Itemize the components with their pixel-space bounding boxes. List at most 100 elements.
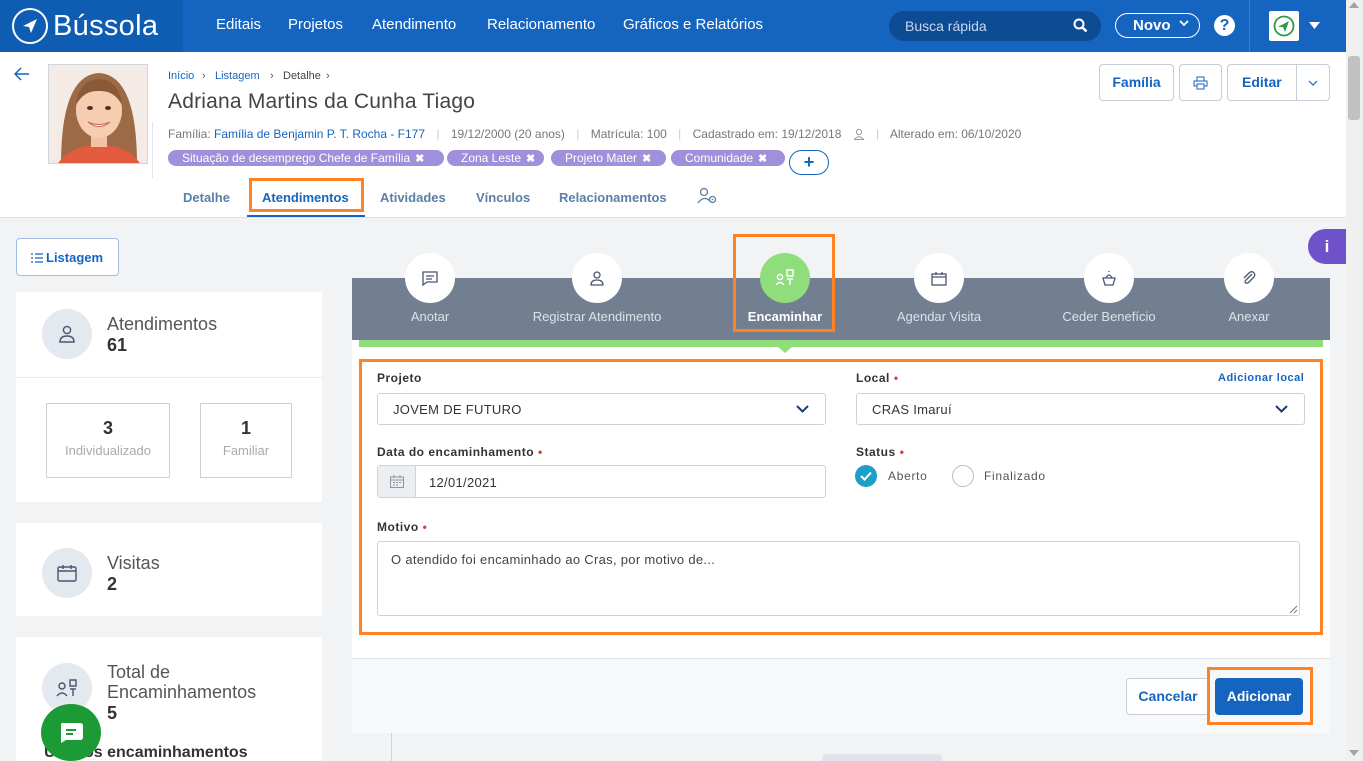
scroll-down-arrow-icon[interactable]: [1349, 750, 1359, 756]
required-marker: •: [422, 520, 428, 534]
info-icon[interactable]: i: [1308, 229, 1346, 264]
familiar-label: Familiar: [222, 443, 270, 458]
chevron-down-icon: [1275, 405, 1288, 413]
app-logo[interactable]: Bússola: [0, 0, 183, 52]
familia-link[interactable]: Família de Benjamin P. T. Rocha - F177: [214, 127, 425, 141]
status-label-text: Status: [856, 445, 896, 459]
alterado-em: Alterado em: 06/10/2020: [889, 127, 1022, 141]
tag-chip[interactable]: Situação de desemprego Chefe de Família ✖: [168, 150, 444, 166]
calendar-icon[interactable]: [378, 466, 416, 497]
familia-button[interactable]: Família: [1099, 64, 1174, 101]
anexar-action[interactable]: Anexar: [1199, 309, 1299, 324]
timeline-line: [391, 733, 392, 761]
printer-icon: [1193, 76, 1208, 90]
chat-icon: [61, 722, 83, 743]
ceder-beneficio-action[interactable]: Ceder Benefício: [1049, 309, 1169, 324]
encaminhar-action[interactable]: Encaminhar: [735, 309, 835, 324]
scroll-up-arrow-icon[interactable]: [1349, 2, 1359, 8]
calendar-icon: [42, 548, 92, 598]
nav-atendimento[interactable]: Atendimento: [372, 16, 456, 33]
tab-vinculos[interactable]: Vínculos: [476, 190, 530, 205]
person-name: Adriana Martins da Cunha Tiago: [168, 90, 476, 113]
data-value: 12/01/2021: [429, 475, 498, 490]
tag-label: Zona Leste: [461, 151, 522, 165]
tab-atividades[interactable]: Atividades: [380, 190, 446, 205]
quick-search-input[interactable]: Busca rápida: [889, 11, 1101, 41]
chevron-down-icon[interactable]: [1308, 80, 1318, 86]
nav-editais[interactable]: Editais: [216, 16, 261, 33]
user-settings-icon[interactable]: [697, 187, 718, 205]
tag-remove-icon[interactable]: ✖: [526, 153, 535, 165]
projeto-label: Projeto: [377, 371, 422, 385]
tag-remove-icon[interactable]: ✖: [415, 153, 424, 165]
projeto-value: JOVEM DE FUTURO: [393, 402, 522, 417]
active-tab-indicator: [247, 215, 365, 217]
user-menu-chevron-icon[interactable]: [1309, 22, 1320, 29]
registrar-action-icon[interactable]: [572, 253, 622, 303]
encaminhamentos-title-line2: Encaminhamentos: [107, 682, 257, 702]
chevron-down-icon: [1179, 20, 1189, 27]
motivo-textarea[interactable]: O atendido foi encaminhado ao Cras, por …: [377, 541, 1300, 616]
breadcrumb-inicio[interactable]: Início: [168, 70, 194, 82]
user-icon: [853, 128, 865, 140]
data-encaminhamento-input[interactable]: 12/01/2021: [377, 465, 826, 498]
listagem-button[interactable]: Listagem: [16, 238, 119, 276]
tag-chip[interactable]: Zona Leste ✖: [447, 150, 544, 166]
breadcrumb-separator: ›: [270, 70, 274, 82]
editar-button[interactable]: Editar: [1227, 64, 1330, 101]
agendar-visita-action[interactable]: Agendar Visita: [879, 309, 999, 324]
local-label-text: Local: [856, 371, 890, 385]
nav-projetos[interactable]: Projetos: [288, 16, 343, 33]
status-aberto-label[interactable]: Aberto: [888, 469, 928, 483]
status-aberto-radio[interactable]: [855, 465, 877, 487]
agendar-action-icon[interactable]: [914, 253, 964, 303]
anotar-action-icon[interactable]: [405, 253, 455, 303]
tag-remove-icon[interactable]: ✖: [642, 153, 651, 165]
list-icon: [31, 253, 43, 263]
cancelar-button[interactable]: Cancelar: [1126, 678, 1210, 715]
print-button[interactable]: [1179, 64, 1222, 101]
anotar-action[interactable]: Anotar: [380, 309, 480, 324]
tab-detalhe[interactable]: Detalhe: [183, 190, 230, 205]
required-marker: •: [893, 371, 899, 385]
divider: [16, 377, 322, 378]
registrar-atendimento-action[interactable]: Registrar Atendimento: [517, 309, 677, 324]
status-finalizado-radio[interactable]: [952, 465, 974, 487]
app-name: Bússola: [53, 9, 159, 42]
breadcrumb-listagem[interactable]: Listagem: [215, 70, 260, 82]
tag-chip[interactable]: Comunidade ✖: [671, 150, 785, 166]
user-avatar[interactable]: [1269, 11, 1299, 41]
tag-remove-icon[interactable]: ✖: [758, 153, 767, 165]
tag-chip[interactable]: Projeto Mater ✖: [551, 150, 666, 166]
active-action-bar: [359, 340, 1323, 347]
local-select[interactable]: CRAS Imaruí: [856, 393, 1305, 425]
nav-graficos-relatorios[interactable]: Gráficos e Relatórios: [623, 16, 763, 33]
ceder-beneficio-icon[interactable]: [1084, 253, 1134, 303]
familiar-box[interactable]: 1 Familiar: [200, 403, 292, 478]
search-icon[interactable]: [1073, 18, 1088, 33]
encaminhamentos-title-line1: Total de: [107, 662, 171, 682]
scrollbar-thumb[interactable]: [1348, 56, 1360, 120]
divider: [1296, 65, 1297, 100]
local-value: CRAS Imaruí: [872, 402, 952, 417]
projeto-select[interactable]: JOVEM DE FUTURO: [377, 393, 826, 425]
back-arrow-icon[interactable]: [14, 67, 30, 81]
paperclip-icon[interactable]: [1224, 253, 1274, 303]
nav-relacionamento[interactable]: Relacionamento: [487, 16, 595, 33]
individualizado-label: Individualizado: [64, 443, 151, 458]
add-tag-button[interactable]: +: [789, 150, 829, 175]
tab-relacionamentos[interactable]: Relacionamentos: [559, 190, 667, 205]
encaminhar-action-icon[interactable]: [760, 253, 810, 303]
status-finalizado-label[interactable]: Finalizado: [984, 469, 1046, 483]
matricula: Matrícula: 100: [590, 127, 667, 141]
adicionar-button[interactable]: Adicionar: [1215, 678, 1303, 715]
tab-atendimentos[interactable]: Atendimentos: [262, 190, 349, 205]
visitas-count: 2: [107, 574, 118, 594]
help-icon[interactable]: ?: [1214, 15, 1235, 36]
atendimentos-title: Atendimentos: [107, 314, 218, 334]
chat-button[interactable]: [41, 704, 101, 761]
data-label: Data do encaminhamento •: [377, 445, 543, 459]
resize-handle-icon[interactable]: [1289, 605, 1298, 614]
adicionar-local-link[interactable]: Adicionar local: [1218, 372, 1304, 384]
individualizado-box[interactable]: 3 Individualizado: [46, 403, 170, 478]
